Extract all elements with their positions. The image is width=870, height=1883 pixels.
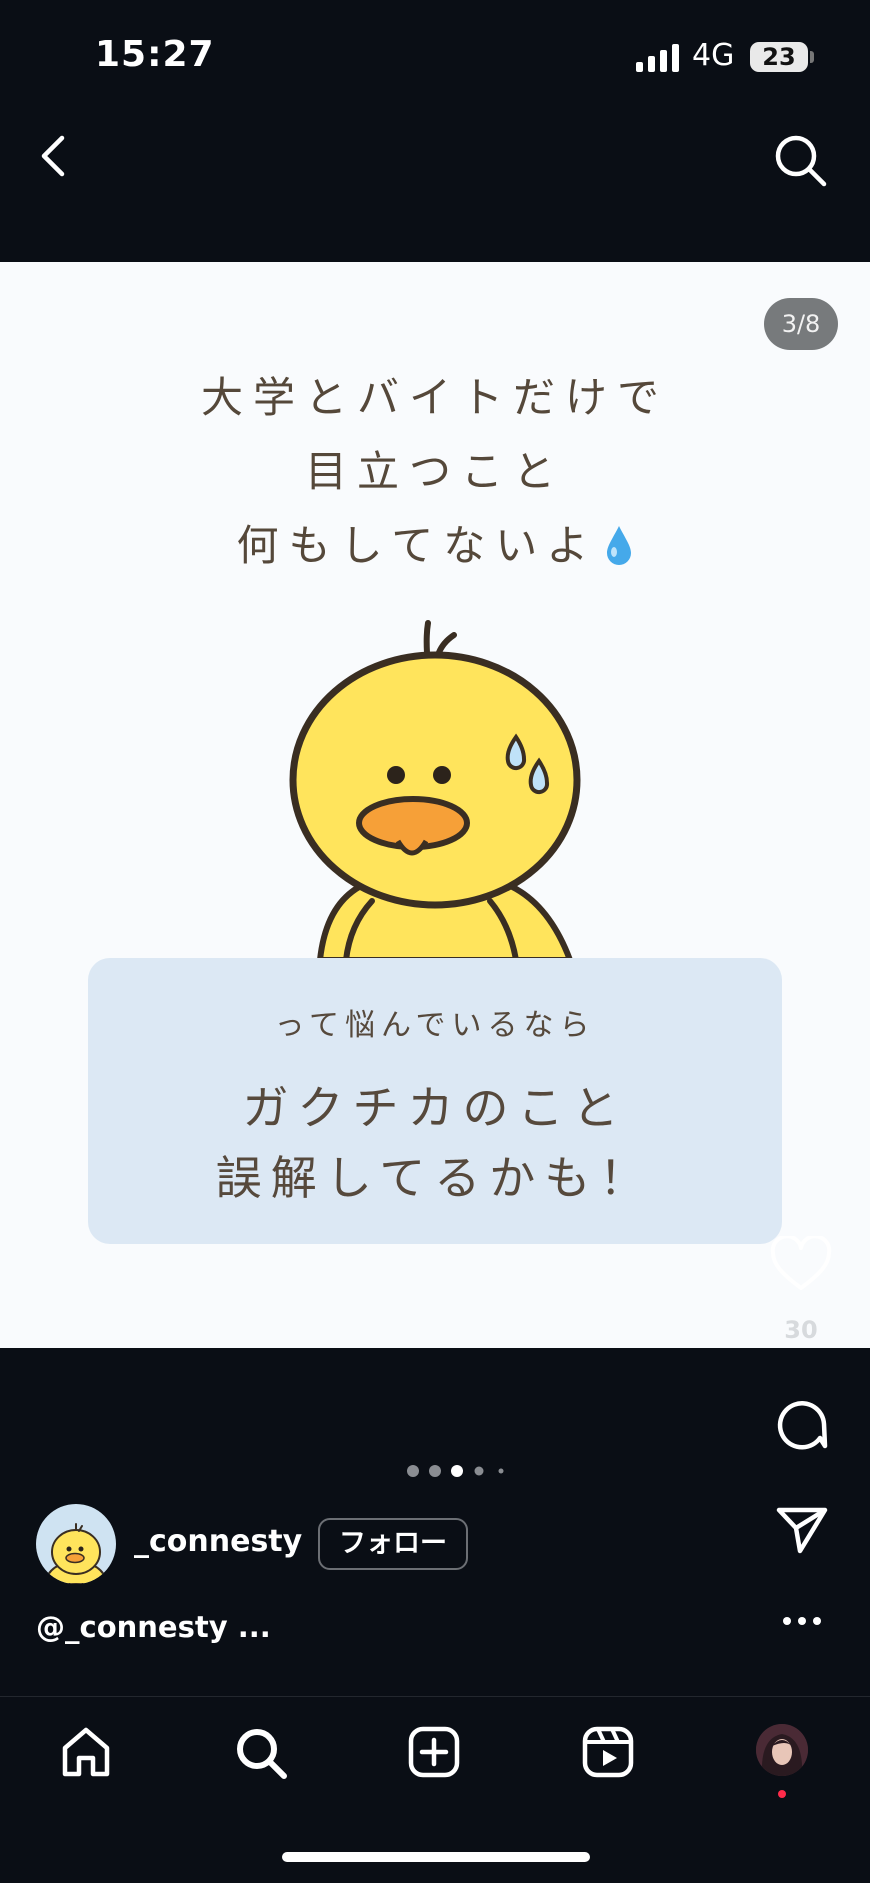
battery-tip [810,51,814,63]
post-headline-line-3: 何もしてないよ [236,521,599,570]
carousel-counter: 3/8 [764,298,838,350]
back-icon[interactable] [38,134,68,178]
like-heart-icon[interactable] [770,1236,832,1292]
water-drop-icon [606,526,631,565]
home-icon[interactable] [60,1726,112,1778]
search-icon[interactable] [772,132,828,188]
carousel-dots [407,1465,504,1477]
card-title-line-1: ガクチカのこと [242,1081,628,1135]
chick-avatar-icon [42,1523,110,1584]
card-subtitle: って悩んでいるなら [274,1008,596,1043]
carousel-dot [474,1466,484,1476]
post-headline-line-3-row: 何もしてないよ [0,512,870,573]
card-title-line-2: 誤解してるかも！ [215,1151,655,1205]
chick-illustration [289,620,581,963]
carousel-dot [429,1465,441,1477]
follow-button[interactable]: フォロー [318,1518,468,1570]
caption[interactable]: @_connesty ... [36,1610,271,1644]
carousel-dot [407,1465,419,1477]
network-type: 4G [692,38,735,73]
home-indicator [282,1852,590,1862]
avatar[interactable] [36,1504,116,1584]
status-time: 15:27 [95,34,215,75]
profile-avatar-nav[interactable] [756,1724,808,1776]
notification-dot [778,1790,786,1798]
reels-icon[interactable] [582,1726,634,1778]
username[interactable]: _connesty [134,1524,302,1559]
battery-icon: 23 [750,42,808,72]
profile-photo-icon [756,1724,808,1776]
carousel-dot-active [451,1465,463,1477]
carousel-dot [498,1468,504,1474]
post-headline-line-2: 目立つこと [304,447,565,496]
search-nav-icon[interactable] [234,1726,288,1780]
comment-icon[interactable] [776,1398,828,1450]
signal-icon [636,44,679,72]
more-options-icon[interactable] [782,1614,822,1628]
share-send-icon[interactable] [776,1506,828,1554]
like-count: 30 [784,1316,818,1344]
create-post-icon[interactable] [408,1726,460,1778]
post-headline-line-1: 大学とバイトだけで [200,373,669,422]
